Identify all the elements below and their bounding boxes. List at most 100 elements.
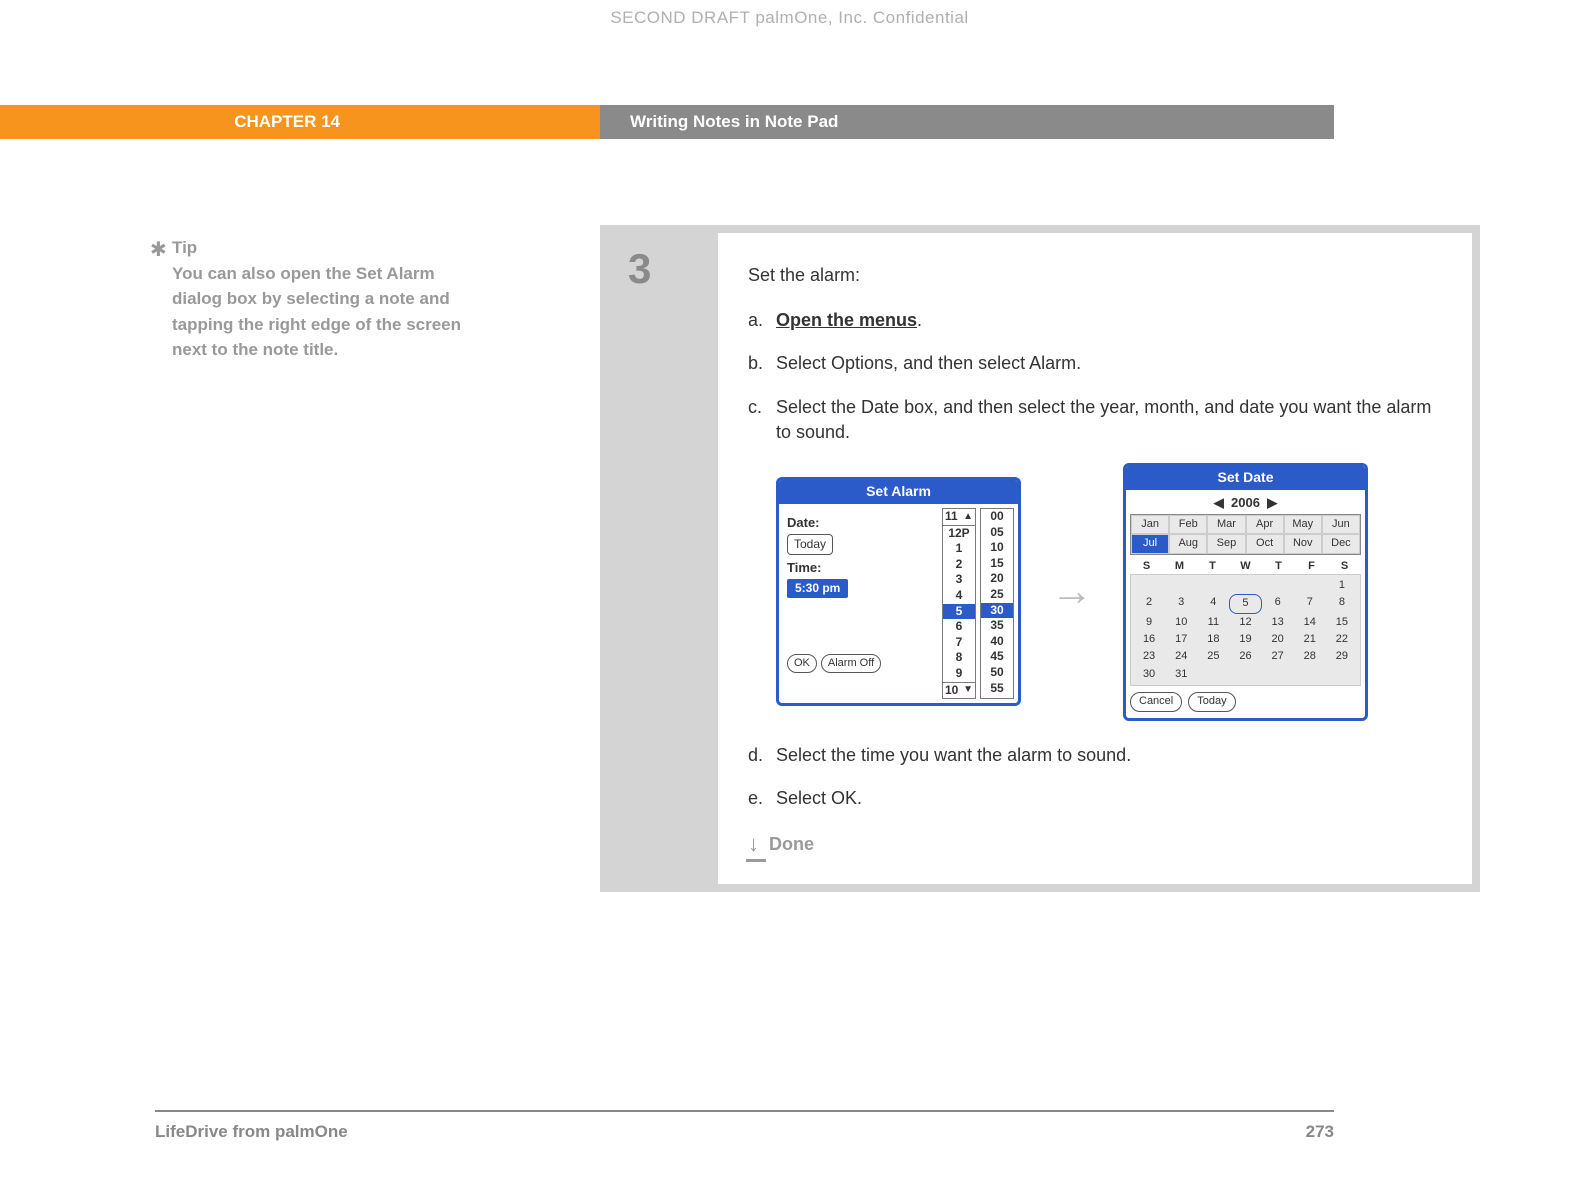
- min-40[interactable]: 40: [981, 634, 1013, 650]
- min-55[interactable]: 55: [981, 681, 1013, 697]
- step-intro: Set the alarm:: [748, 263, 1442, 288]
- day-28[interactable]: 28: [1294, 648, 1326, 665]
- hour-7[interactable]: 7: [943, 635, 975, 651]
- confidential-watermark: SECOND DRAFT palmOne, Inc. Confidential: [0, 8, 1579, 28]
- ok-button[interactable]: OK: [787, 654, 817, 673]
- year-prev-icon[interactable]: ◀: [1214, 495, 1224, 510]
- day-17[interactable]: 17: [1165, 631, 1197, 648]
- month-oct[interactable]: Oct: [1246, 534, 1284, 553]
- day-16[interactable]: 16: [1133, 631, 1165, 648]
- month-apr[interactable]: Apr: [1246, 515, 1284, 534]
- month-nov[interactable]: Nov: [1284, 534, 1322, 553]
- min-05[interactable]: 05: [981, 525, 1013, 541]
- step-a-suffix: .: [917, 310, 922, 330]
- dow-t: T: [1196, 559, 1229, 574]
- hour-6[interactable]: 6: [943, 619, 975, 635]
- tip-block: ✱ Tip You can also open the Set Alarm di…: [172, 235, 482, 363]
- month-jun[interactable]: Jun: [1322, 515, 1360, 534]
- day-21[interactable]: 21: [1294, 631, 1326, 648]
- month-aug[interactable]: Aug: [1169, 534, 1207, 553]
- day-15[interactable]: 15: [1326, 614, 1358, 631]
- hour-top[interactable]: 11: [945, 509, 958, 525]
- day-27[interactable]: 27: [1262, 648, 1294, 665]
- hour-5-selected[interactable]: 5: [943, 604, 975, 620]
- month-mar[interactable]: Mar: [1207, 515, 1245, 534]
- hour-3[interactable]: 3: [943, 572, 975, 588]
- hour-9[interactable]: 9: [943, 666, 975, 682]
- day-18[interactable]: 18: [1197, 631, 1229, 648]
- day-8[interactable]: 8: [1326, 594, 1358, 613]
- day-empty: [1294, 577, 1326, 594]
- min-25[interactable]: 25: [981, 587, 1013, 603]
- day-14[interactable]: 14: [1294, 614, 1326, 631]
- month-dec[interactable]: Dec: [1322, 534, 1360, 553]
- date-box[interactable]: Today: [787, 534, 833, 555]
- day-29[interactable]: 29: [1326, 648, 1358, 665]
- min-15[interactable]: 15: [981, 556, 1013, 572]
- day-30[interactable]: 30: [1133, 666, 1165, 683]
- year-selector[interactable]: ◀ 2006 ▶: [1130, 492, 1361, 514]
- min-45[interactable]: 45: [981, 649, 1013, 665]
- day-10[interactable]: 10: [1165, 614, 1197, 631]
- day-31[interactable]: 31: [1165, 666, 1197, 683]
- day-19[interactable]: 19: [1229, 631, 1261, 648]
- day-9[interactable]: 9: [1133, 614, 1165, 631]
- hour-bottom[interactable]: 10: [945, 683, 958, 699]
- day-empty: [1262, 577, 1294, 594]
- step-panel: 3 Set the alarm: a. Open the menus. b. S…: [600, 225, 1480, 892]
- time-value[interactable]: 5:30 pm: [787, 579, 848, 598]
- day-empty: [1326, 666, 1358, 683]
- hour-up-icon[interactable]: ▲: [963, 512, 973, 522]
- minute-column[interactable]: 00 05 10 15 20 25 30 35 40 45 50 55: [980, 508, 1014, 699]
- month-may[interactable]: May: [1284, 515, 1322, 534]
- day-7[interactable]: 7: [1294, 594, 1326, 613]
- day-11[interactable]: 11: [1197, 614, 1229, 631]
- set-date-dialog: Set Date ◀ 2006 ▶ Jan Feb Mar Apr Ma: [1123, 463, 1368, 721]
- day-26[interactable]: 26: [1229, 648, 1261, 665]
- min-30-selected[interactable]: 30: [981, 603, 1013, 619]
- min-35[interactable]: 35: [981, 618, 1013, 634]
- day-empty: [1165, 577, 1197, 594]
- open-menus-link[interactable]: Open the menus: [776, 310, 917, 330]
- hour-down-icon[interactable]: ▼: [963, 685, 973, 695]
- month-jul-selected[interactable]: Jul: [1131, 534, 1169, 553]
- min-20[interactable]: 20: [981, 571, 1013, 587]
- min-00[interactable]: 00: [981, 509, 1013, 525]
- hour-column[interactable]: 11 ▲ 12P 1 2 3 4 5 6 7 8 9 10 ▼: [942, 508, 976, 699]
- alarm-off-button[interactable]: Alarm Off: [821, 654, 881, 673]
- month-sep[interactable]: Sep: [1207, 534, 1245, 553]
- day-3[interactable]: 3: [1165, 594, 1197, 613]
- day-12[interactable]: 12: [1229, 614, 1261, 631]
- day-22[interactable]: 22: [1326, 631, 1358, 648]
- hour-8[interactable]: 8: [943, 650, 975, 666]
- day-13[interactable]: 13: [1262, 614, 1294, 631]
- step-b: b. Select Options, and then select Alarm…: [748, 351, 1442, 376]
- day-2[interactable]: 2: [1133, 594, 1165, 613]
- year-value: 2006: [1231, 495, 1260, 510]
- day-4[interactable]: 4: [1197, 594, 1229, 613]
- day-20[interactable]: 20: [1262, 631, 1294, 648]
- dow-f: F: [1295, 559, 1328, 574]
- min-10[interactable]: 10: [981, 540, 1013, 556]
- day-1[interactable]: 1: [1326, 577, 1358, 594]
- day-empty: [1229, 666, 1261, 683]
- day-5[interactable]: 5: [1229, 594, 1261, 613]
- year-next-icon[interactable]: ▶: [1267, 495, 1277, 510]
- hour-12p[interactable]: 12P: [943, 526, 975, 542]
- step-content: Set the alarm: a. Open the menus. b. Sel…: [718, 233, 1472, 884]
- step-e-text: Select OK.: [776, 786, 1442, 811]
- day-24[interactable]: 24: [1165, 648, 1197, 665]
- day-23[interactable]: 23: [1133, 648, 1165, 665]
- step-c-text: Select the Date box, and then select the…: [776, 395, 1442, 445]
- today-button[interactable]: Today: [1188, 692, 1235, 711]
- month-feb[interactable]: Feb: [1169, 515, 1207, 534]
- min-50[interactable]: 50: [981, 665, 1013, 681]
- hour-4[interactable]: 4: [943, 588, 975, 604]
- day-6[interactable]: 6: [1262, 594, 1294, 613]
- hour-2[interactable]: 2: [943, 557, 975, 573]
- hour-1[interactable]: 1: [943, 541, 975, 557]
- month-jan[interactable]: Jan: [1131, 515, 1169, 534]
- day-25[interactable]: 25: [1197, 648, 1229, 665]
- step-d: d. Select the time you want the alarm to…: [748, 743, 1442, 768]
- cancel-button[interactable]: Cancel: [1130, 692, 1182, 711]
